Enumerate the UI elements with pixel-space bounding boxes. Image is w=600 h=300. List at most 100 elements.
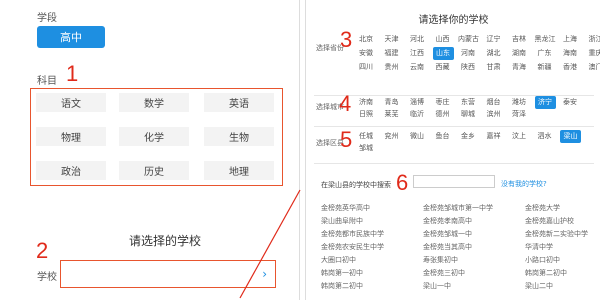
school-option[interactable]: 金榜苑邹城市第一中学 <box>423 203 493 213</box>
province-option-0[interactable]: 北京 <box>356 34 376 44</box>
city-option-10[interactable]: 莱芜 <box>382 109 402 119</box>
province-option-9[interactable]: 浙江 <box>586 34 600 44</box>
stage-label: 学段 <box>37 13 57 24</box>
subject-button-math[interactable]: 数学 <box>119 93 189 112</box>
district-option-0[interactable]: 任城 <box>356 131 376 141</box>
city-option-9[interactable]: 日照 <box>356 109 376 119</box>
no-school-link[interactable]: 没有我的学校? <box>501 179 547 189</box>
subject-label: 科目 <box>37 76 57 87</box>
subject-button-biology[interactable]: 生物 <box>204 127 274 146</box>
subject-button-chemistry[interactable]: 化学 <box>119 127 189 146</box>
province-option-16[interactable]: 湖南 <box>509 48 529 58</box>
city-option-8[interactable]: 泰安 <box>560 97 580 107</box>
province-option-17[interactable]: 广东 <box>535 48 555 58</box>
school-search-input[interactable] <box>413 175 495 188</box>
province-option-24[interactable]: 陕西 <box>458 62 478 72</box>
province-option-27[interactable]: 新疆 <box>535 62 555 72</box>
school-option[interactable]: 韩岗第二初中 <box>321 281 363 291</box>
school-option[interactable]: 梁山曲阜附中 <box>321 216 363 226</box>
school-option[interactable]: 金榜苑当其高中 <box>423 242 472 252</box>
province-option-8[interactable]: 上海 <box>560 34 580 44</box>
province-option-7[interactable]: 黑龙江 <box>535 34 556 44</box>
school-picker-title: 请选择你的学校 <box>418 15 489 26</box>
school-option[interactable]: 金榜苑孝南高中 <box>423 216 472 226</box>
province-option-13[interactable]: 山东 <box>432 46 454 60</box>
school-option[interactable]: 金榜苑三初中 <box>423 268 465 278</box>
district-option-8[interactable]: 梁山 <box>560 129 581 143</box>
annotation-number-4: 4 <box>339 91 352 116</box>
school-option[interactable]: 梁山二中 <box>525 281 553 291</box>
subject-button-geography[interactable]: 地理 <box>204 161 274 180</box>
city-option-3[interactable]: 枣庄 <box>433 97 453 107</box>
school-select-field[interactable]: › <box>60 260 276 288</box>
province-option-25[interactable]: 甘肃 <box>484 62 504 72</box>
province-option-6[interactable]: 吉林 <box>509 34 529 44</box>
school-option[interactable]: 金榜苑新二实验中学 <box>525 229 588 239</box>
school-option[interactable]: 寿张集初中 <box>423 255 458 265</box>
district-option-6[interactable]: 汶上 <box>509 131 529 141</box>
province-option-28[interactable]: 香港 <box>560 62 580 72</box>
annotation-number-3: 3 <box>340 27 353 52</box>
city-option-11[interactable]: 临沂 <box>407 109 427 119</box>
district-option-1[interactable]: 兖州 <box>382 131 402 141</box>
province-option-4[interactable]: 内蒙古 <box>458 34 479 44</box>
district-option-5[interactable]: 嘉祥 <box>484 131 504 141</box>
school-option[interactable]: 小路口初中 <box>525 255 560 265</box>
province-option-1[interactable]: 天津 <box>382 34 402 44</box>
city-option-6[interactable]: 潍坊 <box>509 97 529 107</box>
city-option-2[interactable]: 淄博 <box>407 97 427 107</box>
divider <box>314 163 594 164</box>
province-option-21[interactable]: 贵州 <box>382 62 402 72</box>
subject-button-politics[interactable]: 政治 <box>36 161 106 180</box>
subject-button-physics[interactable]: 物理 <box>36 127 106 146</box>
stage-high-school-button[interactable]: 高中 <box>37 26 105 48</box>
province-option-23[interactable]: 西藏 <box>433 62 453 72</box>
province-option-20[interactable]: 四川 <box>356 62 376 72</box>
province-option-10[interactable]: 安徽 <box>356 48 376 58</box>
district-option-3[interactable]: 鱼台 <box>433 131 453 141</box>
city-option-13[interactable]: 聊城 <box>458 109 478 119</box>
subject-button-english[interactable]: 英语 <box>204 93 274 112</box>
city-option-15[interactable]: 菏泽 <box>509 109 529 119</box>
annotation-number-2: 2 <box>36 238 49 263</box>
school-option[interactable]: 韩岗第一初中 <box>321 268 363 278</box>
province-option-12[interactable]: 江西 <box>407 48 427 58</box>
subject-button-chinese[interactable]: 语文 <box>36 93 106 112</box>
province-option-3[interactable]: 山西 <box>433 34 453 44</box>
school-option[interactable]: 韩岗第二初中 <box>525 268 567 278</box>
province-option-19[interactable]: 重庆 <box>586 48 600 58</box>
school-option[interactable]: 梁山一中 <box>423 281 451 291</box>
chevron-right-icon: › <box>262 267 267 281</box>
city-option-12[interactable]: 德州 <box>433 109 453 119</box>
school-option[interactable]: 金榜苑农安民生中学 <box>321 242 384 252</box>
province-option-2[interactable]: 河北 <box>407 34 427 44</box>
city-option-5[interactable]: 烟台 <box>484 97 504 107</box>
school-option[interactable]: 大圈口初中 <box>321 255 356 265</box>
province-option-26[interactable]: 青海 <box>509 62 529 72</box>
city-option-7[interactable]: 济宁 <box>534 95 556 109</box>
district-option-4[interactable]: 金乡 <box>458 131 478 141</box>
province-option-15[interactable]: 湖北 <box>484 48 504 58</box>
school-option[interactable]: 金榜苑英华高中 <box>321 203 370 213</box>
province-option-18[interactable]: 海南 <box>560 48 580 58</box>
city-option-14[interactable]: 滨州 <box>484 109 504 119</box>
province-option-5[interactable]: 辽宁 <box>484 34 504 44</box>
school-option[interactable]: 金榜苑大学 <box>525 203 560 213</box>
district-option-7[interactable]: 泗水 <box>535 131 555 141</box>
school-option[interactable]: 金榜苑邹城一中 <box>423 229 472 239</box>
subject-button-history[interactable]: 历史 <box>119 161 189 180</box>
school-option[interactable]: 金榜苑嘉山护校 <box>525 216 574 226</box>
school-option[interactable]: 华清中学 <box>525 242 553 252</box>
province-option-11[interactable]: 福建 <box>382 48 402 58</box>
province-option-22[interactable]: 云南 <box>407 62 427 72</box>
district-option-9[interactable]: 邹城 <box>356 143 376 153</box>
school-option[interactable]: 金榜苑都市民族中学 <box>321 229 384 239</box>
province-option-29[interactable]: 澳门 <box>586 62 600 72</box>
province-option-14[interactable]: 河南 <box>458 48 478 58</box>
school-label: 学校 <box>37 272 57 283</box>
annotation-number-6: 6 <box>396 170 409 195</box>
city-option-1[interactable]: 青岛 <box>382 97 402 107</box>
district-option-2[interactable]: 微山 <box>407 131 427 141</box>
city-option-4[interactable]: 东营 <box>458 97 478 107</box>
city-option-0[interactable]: 济南 <box>356 97 376 107</box>
